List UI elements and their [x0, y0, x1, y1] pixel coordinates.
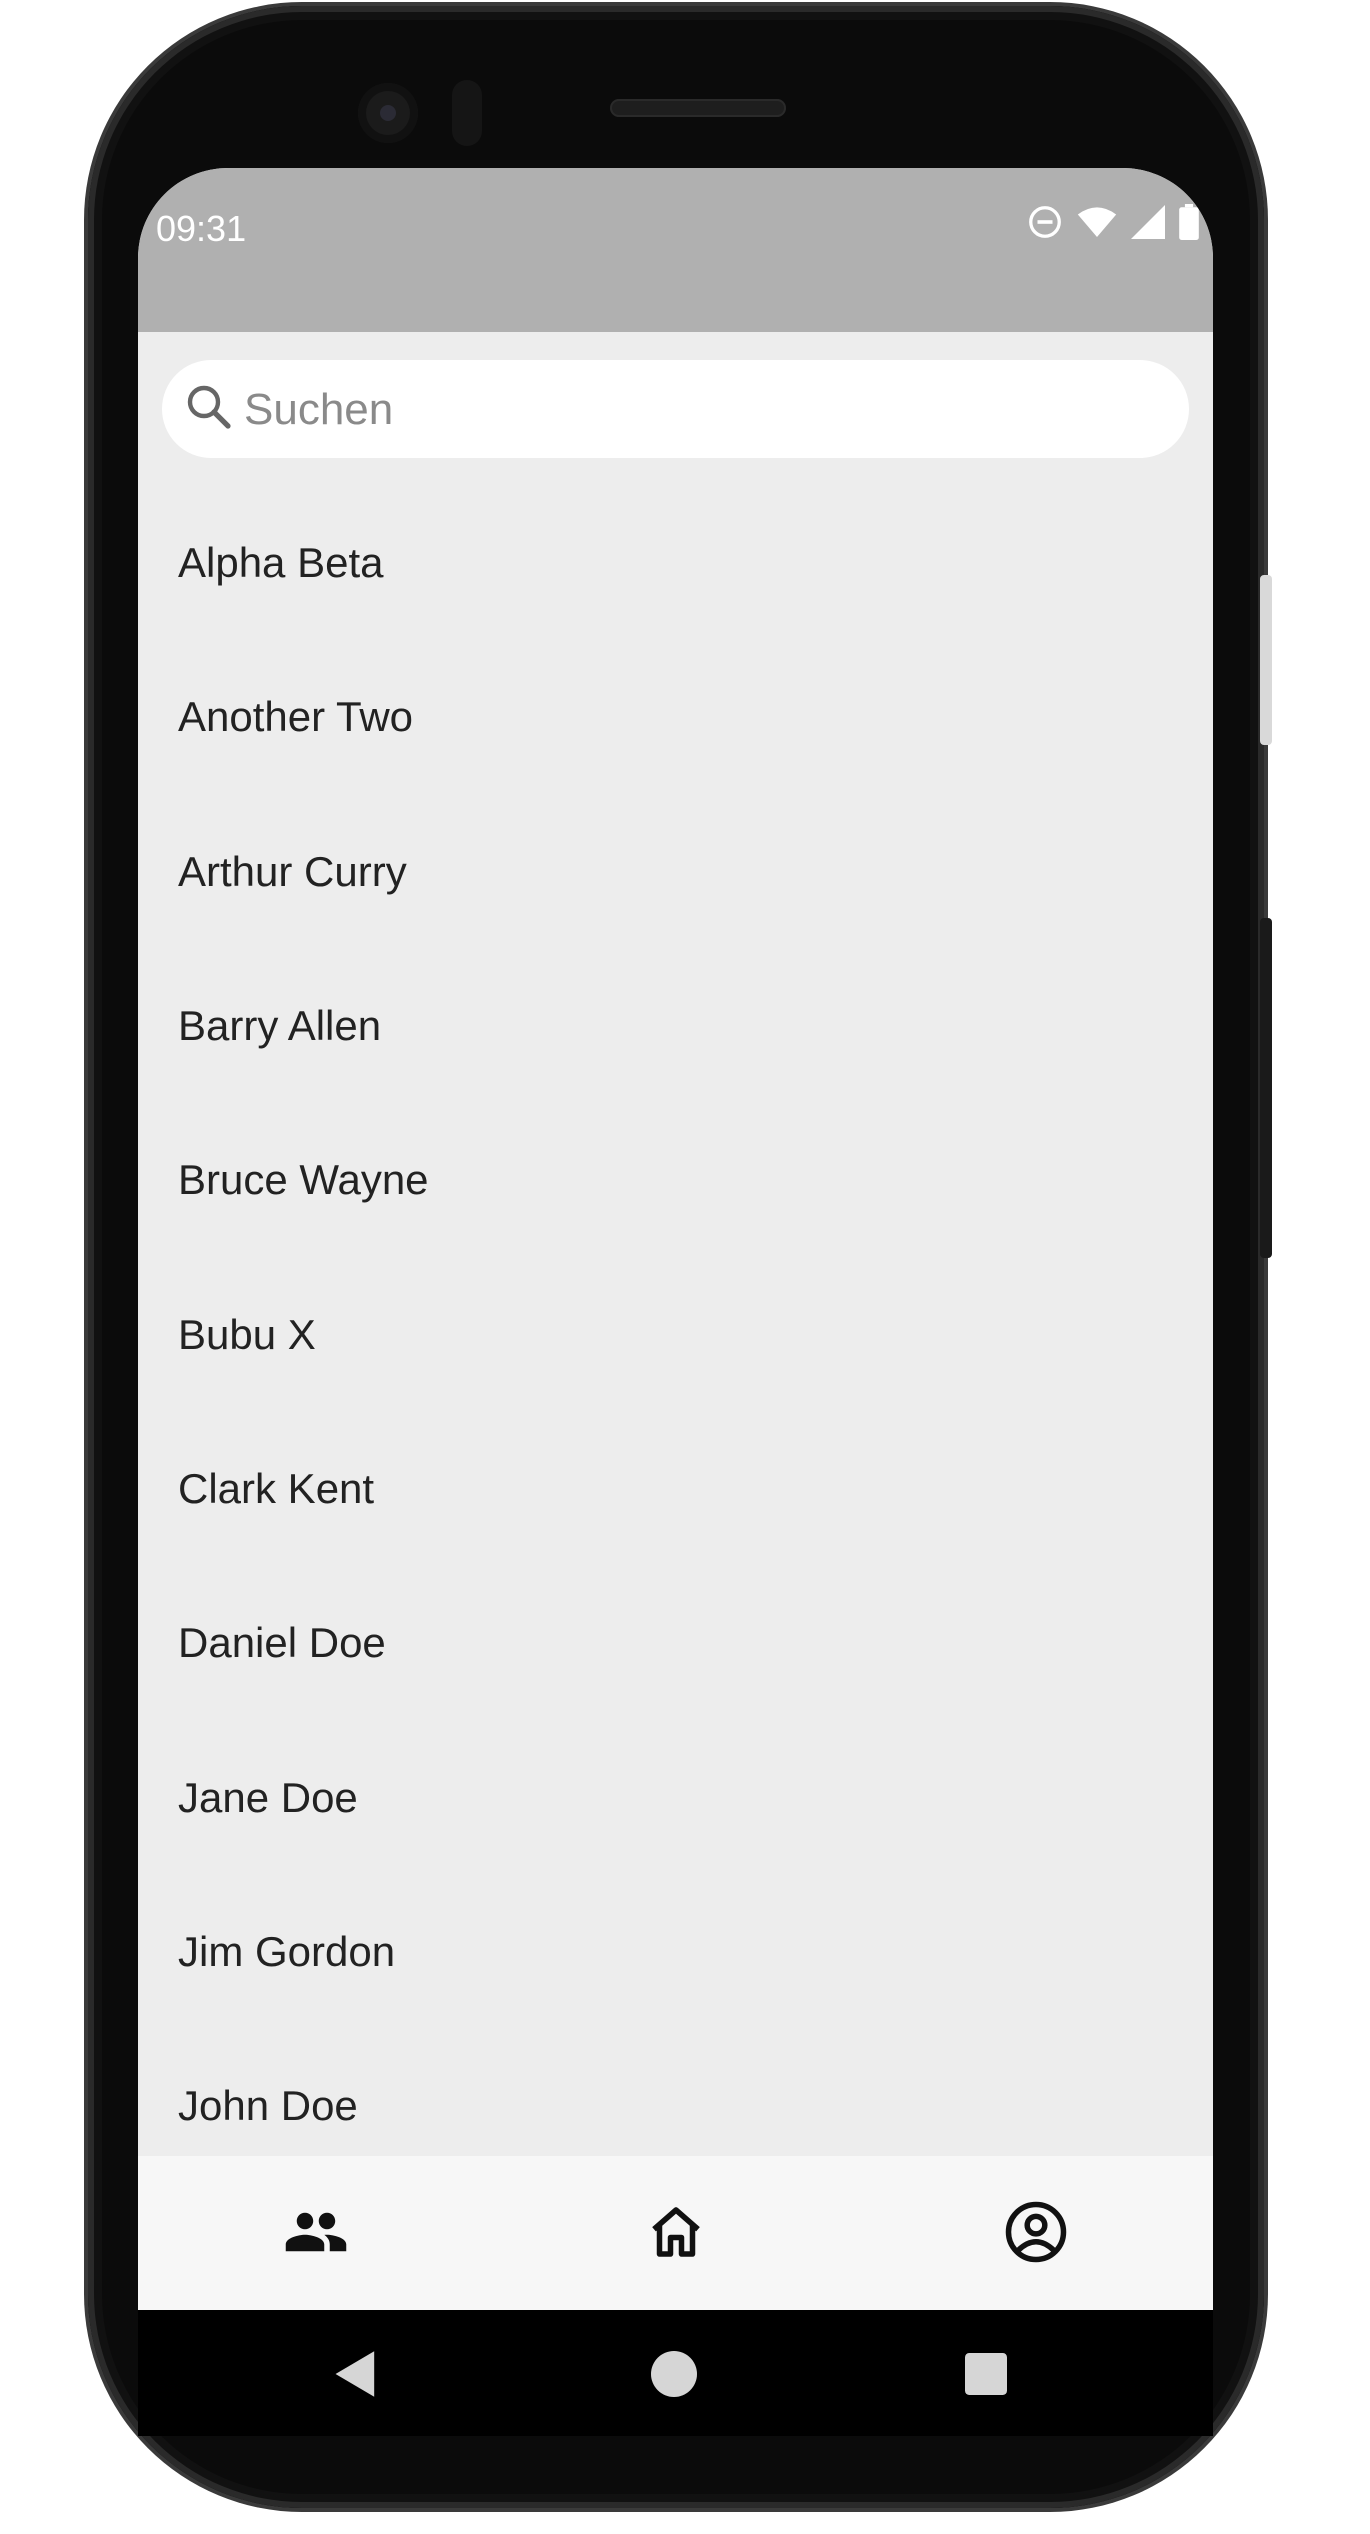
volume-button [1260, 918, 1272, 1258]
back-icon [335, 2351, 375, 2397]
status-time: 09:31 [156, 208, 247, 249]
recents-icon [965, 2353, 1007, 2395]
system-home-button[interactable] [644, 2344, 704, 2404]
nav-account-button[interactable] [1000, 2196, 1072, 2268]
contact-name: John Doe [178, 2082, 358, 2130]
list-item[interactable]: Clark Kent [138, 1412, 1213, 1566]
list-item[interactable]: Bruce Wayne [138, 1103, 1213, 1257]
people-icon [285, 2212, 347, 2252]
wifi-icon [1077, 207, 1117, 237]
earpiece-speaker [610, 99, 786, 117]
status-bar: 09:31 [138, 168, 1213, 332]
system-back-button[interactable] [326, 2344, 386, 2404]
account-circle-icon [1005, 2201, 1067, 2263]
bottom-navigation [138, 2156, 1213, 2310]
front-camera [358, 83, 418, 143]
power-button [1260, 575, 1272, 745]
list-item[interactable]: Arthur Curry [138, 795, 1213, 949]
list-item[interactable]: Jim Gordon [138, 1875, 1213, 2029]
app-screen: 09:31 Alpha Beta Another Two [138, 168, 1213, 2310]
list-item[interactable]: Barry Allen [138, 949, 1213, 1103]
home-icon [652, 2207, 700, 2257]
search-input[interactable] [242, 360, 1146, 460]
list-item[interactable]: Bubu X [138, 1257, 1213, 1411]
list-item[interactable]: Jane Doe [138, 1720, 1213, 1874]
contact-name: Daniel Doe [178, 1619, 386, 1667]
nav-home-button[interactable] [640, 2196, 712, 2268]
battery-icon [1179, 204, 1199, 240]
do-not-disturb-icon [1029, 206, 1061, 238]
contact-name: Barry Allen [178, 1002, 382, 1050]
list-item[interactable]: Another Two [138, 640, 1213, 794]
list-item[interactable]: Alpha Beta [138, 486, 1213, 640]
contact-name: Arthur Curry [178, 847, 407, 895]
system-navigation-bar [138, 2310, 1213, 2436]
contact-name: Clark Kent [178, 1464, 375, 1512]
home-circle-icon [651, 2351, 697, 2397]
contact-name: Jane Doe [178, 1773, 358, 1821]
signal-icon [1131, 205, 1165, 239]
proximity-sensor [452, 80, 482, 146]
contact-name: Jim Gordon [178, 1927, 396, 1975]
status-icons [1027, 204, 1199, 240]
contact-name: Alpha Beta [178, 539, 384, 587]
list-item[interactable]: Daniel Doe [138, 1566, 1213, 1720]
contact-name: Bubu X [178, 1310, 316, 1358]
nav-contacts-button[interactable] [280, 2196, 352, 2268]
search-icon [187, 385, 231, 429]
search-bar[interactable] [162, 360, 1189, 460]
contact-list: Alpha Beta Another Two Arthur Curry Barr… [138, 486, 1213, 2183]
contact-name: Another Two [178, 693, 414, 741]
system-recents-button[interactable] [956, 2344, 1016, 2404]
contact-name: Bruce Wayne [178, 1156, 429, 1204]
